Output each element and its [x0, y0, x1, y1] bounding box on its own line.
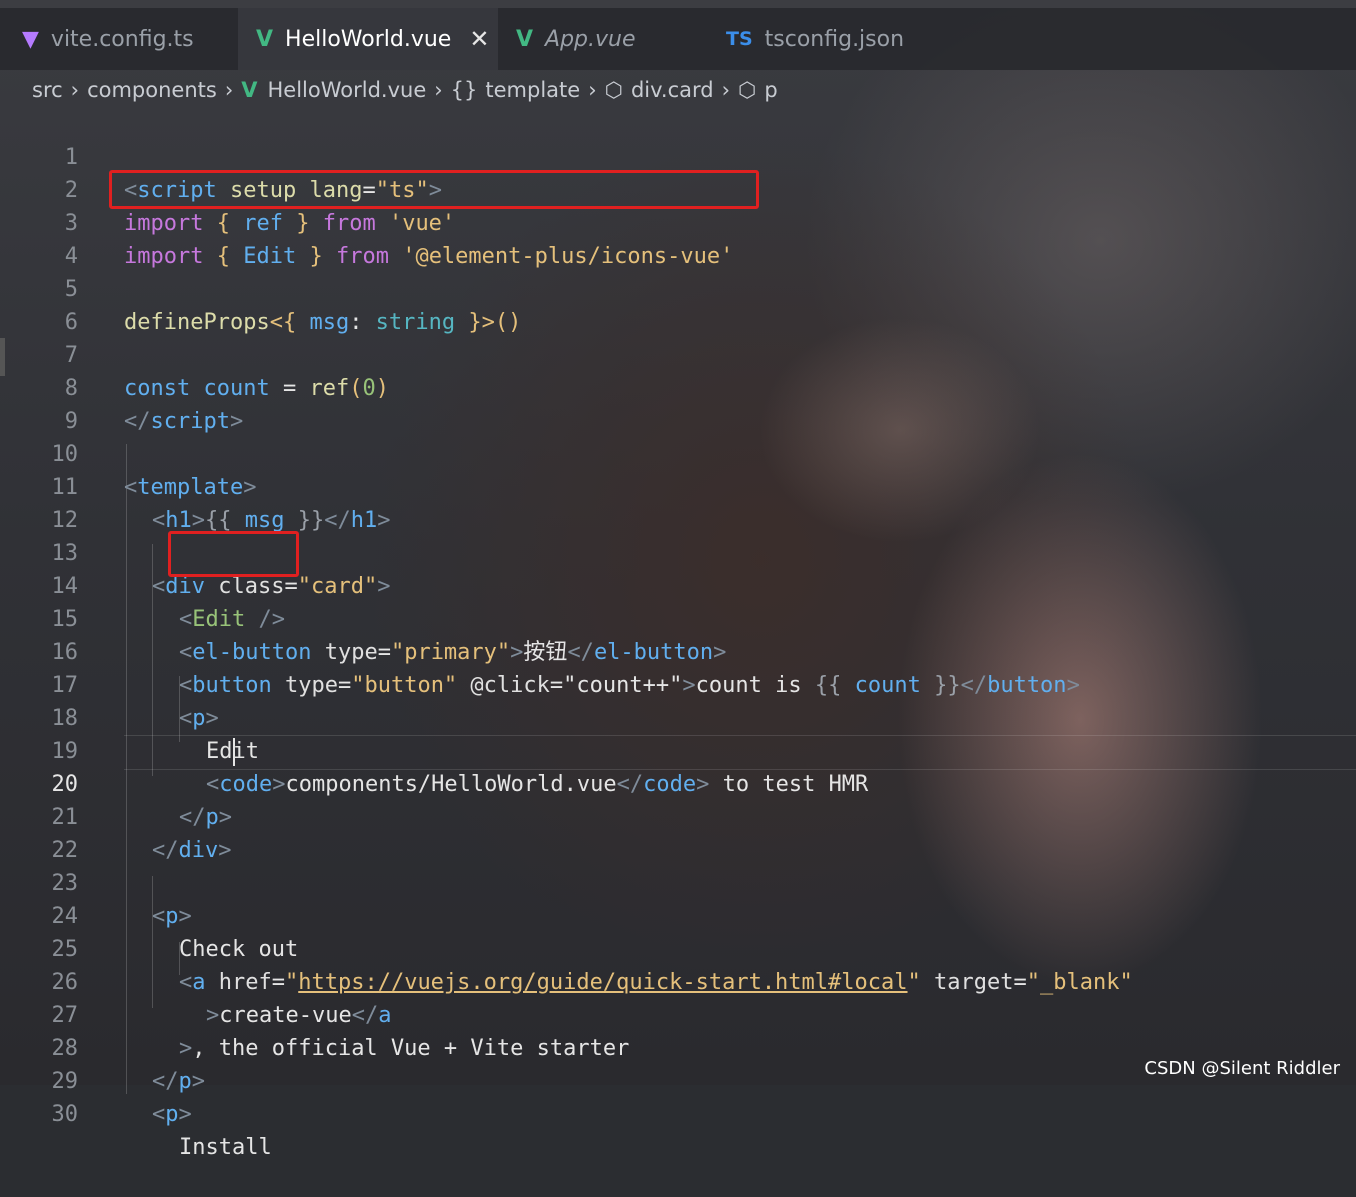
vite-icon: ▼ — [22, 26, 39, 52]
code-line: 20 </p> — [0, 735, 1356, 830]
code-line: 12 — [0, 471, 1356, 533]
chevron-right-icon: › — [434, 78, 443, 102]
chevron-right-icon: › — [224, 78, 234, 102]
code-line: 23 <p> — [0, 834, 1356, 929]
code-line: 5 defineProps<{ msg: string }>() — [0, 240, 1356, 335]
tab-label: vite.config.ts — [50, 26, 194, 52]
ts-icon: TS — [726, 28, 753, 50]
code-line: 1 <script setup lang="ts"> — [0, 108, 1356, 203]
breadcrumb-item-p[interactable]: p — [764, 78, 777, 102]
chevron-right-icon: › — [70, 78, 80, 102]
cube-icon: ⬡ — [738, 78, 757, 102]
tab-vite-config[interactable]: ▼ vite.config.ts — [0, 8, 236, 70]
highlight-box-edit-component — [168, 531, 299, 577]
code-line: 11 <h1>{{ msg }}</h1> — [0, 438, 1356, 533]
highlight-box-import — [109, 170, 759, 209]
chevron-right-icon: › — [588, 78, 597, 102]
tab-label: App.vue — [545, 26, 636, 52]
breadcrumb: src › components › V HelloWorld.vue › {}… — [32, 72, 778, 108]
code-line: 18 Edit — [0, 669, 1356, 764]
code-line: 27 >, the official Vue + Vite starter — [0, 966, 1356, 1061]
code-line: 17 <p> — [0, 636, 1356, 731]
code-line: 22 — [0, 801, 1356, 863]
tab-label: HelloWorld.vue — [285, 26, 452, 52]
text-cursor — [233, 738, 235, 766]
breadcrumb-item-file[interactable]: HelloWorld.vue — [268, 78, 427, 102]
cube-icon: ⬡ — [604, 78, 623, 102]
tab-tsconfig-json[interactable]: TS tsconfig.json — [710, 8, 940, 70]
tab-label: tsconfig.json — [764, 26, 905, 52]
tab-helloworld-vue[interactable]: V HelloWorld.vue ✕ — [238, 8, 498, 70]
code-line: 19 <code>components/HelloWorld.vue</code… — [0, 702, 1356, 797]
code-line: 24 Check out — [0, 867, 1356, 962]
code-line: 4 — [0, 207, 1356, 269]
code-text: <p> — [152, 1102, 192, 1127]
code-line: 9 — [0, 372, 1356, 434]
close-icon[interactable]: ✕ — [469, 25, 489, 53]
code-line: 16 <button type="button" @click="count++… — [0, 603, 1356, 698]
code-line: 25 <a href="https://vuejs.org/guide/quic… — [0, 900, 1356, 995]
code-line: 7 const count = ref(0) — [0, 306, 1356, 401]
editor-tab-bar: ▼ vite.config.ts V HelloWorld.vue ✕ V Ap… — [0, 0, 1356, 70]
watermark: CSDN @Silent Riddler — [1144, 1058, 1340, 1079]
code-line: 6 — [0, 273, 1356, 335]
tab-app-vue[interactable]: V App.vue — [500, 8, 708, 70]
line-number: 30 — [51, 1102, 79, 1127]
code-line: 26 >create-vue</a — [0, 933, 1356, 1028]
code-line: 10 <template> — [0, 405, 1356, 500]
chevron-right-icon: › — [721, 78, 731, 102]
vue-icon: V — [516, 26, 534, 52]
braces-icon: {} — [450, 78, 478, 102]
breadcrumb-item-src[interactable]: src — [32, 78, 63, 102]
code-line: 28 </p> — [0, 999, 1356, 1094]
code-line: 21 </div> — [0, 768, 1356, 863]
vue-icon: V — [241, 78, 258, 102]
breadcrumb-item-components[interactable]: components — [87, 78, 217, 102]
code-line: 8 </script> — [0, 339, 1356, 434]
code-text: Install — [179, 1135, 272, 1160]
breadcrumb-item-div-card[interactable]: div.card — [631, 78, 714, 102]
vue-icon: V — [256, 26, 274, 52]
breadcrumb-item-template[interactable]: template — [485, 78, 580, 102]
